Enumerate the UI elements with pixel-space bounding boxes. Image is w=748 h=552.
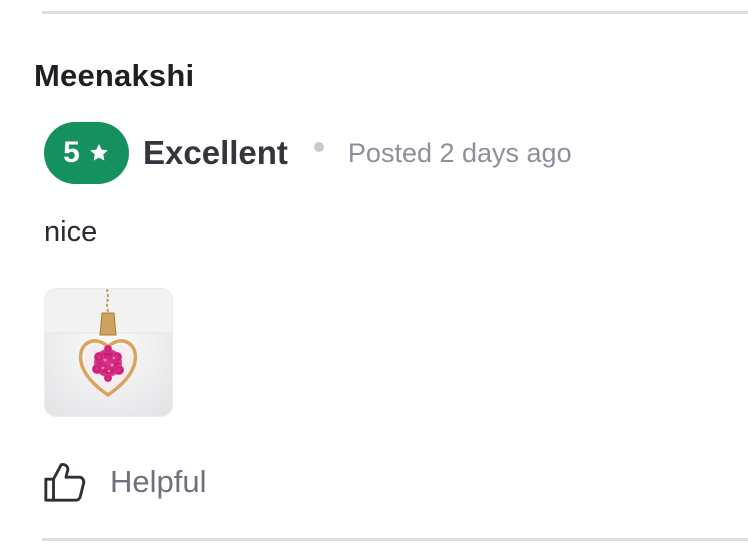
top-divider: [42, 11, 748, 14]
separator-dot: [313, 142, 324, 152]
posted-date: Posted 2 days ago: [347, 137, 572, 168]
review-card: Meenakshi 5 Excellent Posted 2 days ago …: [0, 0, 748, 552]
rating-row: 5 Excellent Posted 2 days ago: [44, 122, 572, 184]
pendant-photo: [45, 289, 172, 416]
review-text: nice: [44, 216, 98, 248]
thumbs-up-icon: [44, 463, 86, 502]
helpful-button[interactable]: Helpful: [42, 458, 207, 506]
star-icon: [90, 144, 108, 161]
rating-label: Excellent: [143, 134, 288, 171]
review-photo-thumbnail[interactable]: [44, 288, 173, 417]
bottom-divider: [42, 538, 748, 541]
reviewer-name: Meenakshi: [34, 58, 195, 93]
helpful-label: Helpful: [110, 464, 207, 499]
rating-badge: 5: [44, 122, 129, 184]
rating-value: 5: [63, 136, 80, 169]
